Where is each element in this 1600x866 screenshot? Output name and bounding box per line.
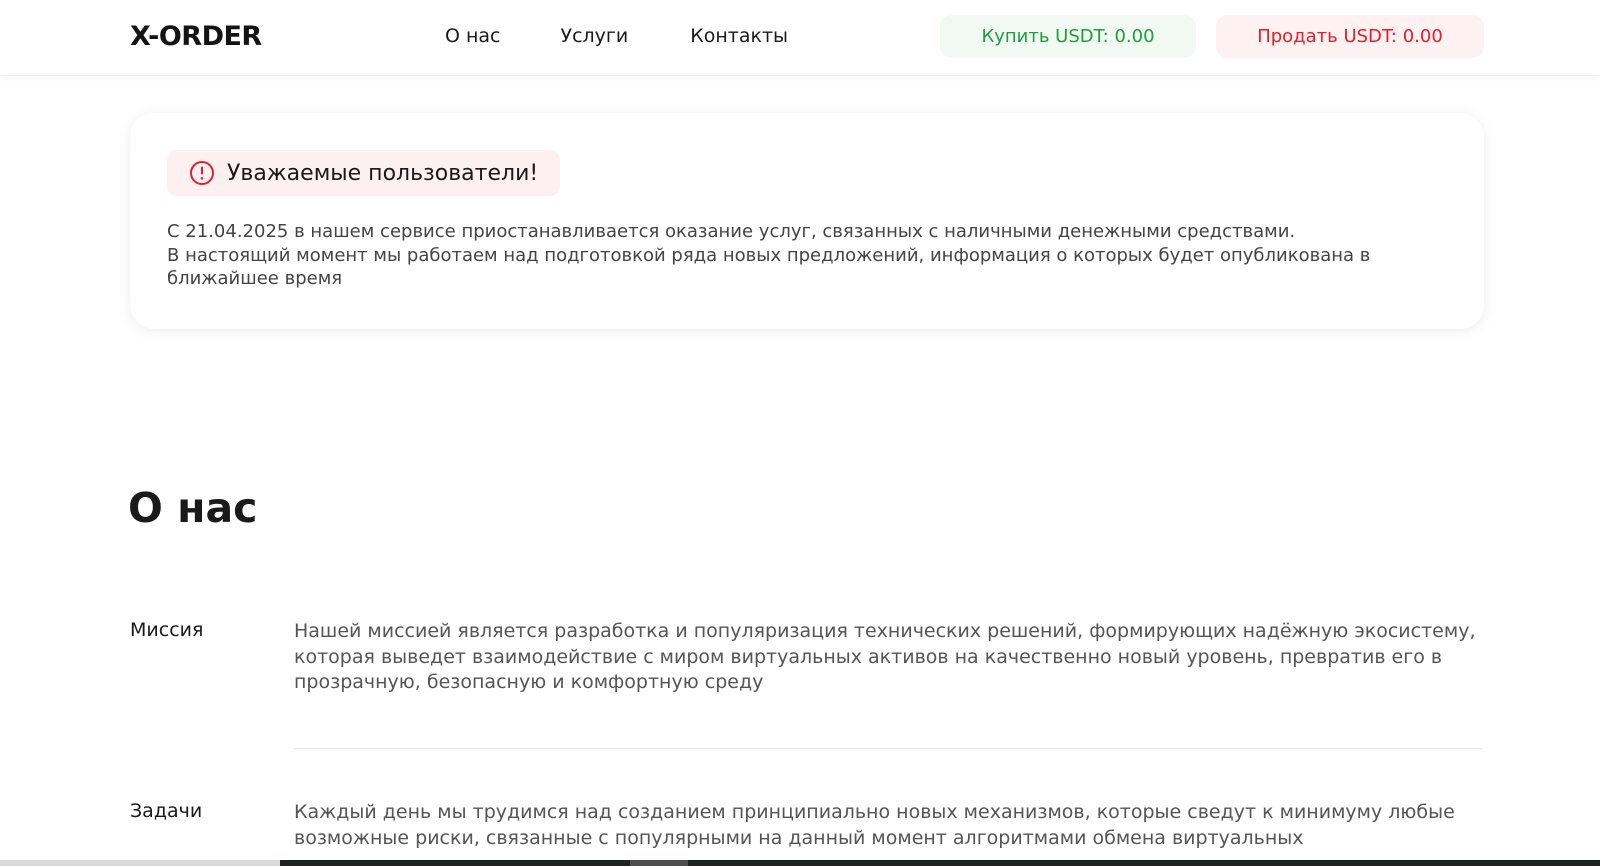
sell-usdt-button[interactable]: Продать USDT: 0.00	[1216, 15, 1484, 58]
nav-item-services[interactable]: Услуги	[561, 22, 629, 50]
bottom-image-strip	[0, 860, 1600, 866]
notice-badge: Уважаемые пользователи!	[167, 150, 561, 196]
about-section-title: О нас	[128, 484, 258, 532]
about-item-label-tasks: Задачи	[130, 800, 203, 822]
logo[interactable]: X-ORDER	[130, 18, 262, 54]
notice-title: Уважаемые пользователи!	[227, 160, 539, 186]
buy-usdt-button[interactable]: Купить USDT: 0.00	[940, 15, 1196, 58]
about-item-text-mission: Нашей миссией является разработка и попу…	[294, 620, 1476, 693]
notice-card: Уважаемые пользователи! С 21.04.2025 в н…	[130, 113, 1484, 329]
bottom-strip-segment	[630, 860, 688, 866]
about-item-label-mission: Миссия	[130, 619, 204, 641]
notice-text: С 21.04.2025 в нашем сервисе приостанавл…	[167, 220, 1457, 291]
notice-line: В настоящий момент мы работаем над подго…	[167, 244, 1371, 290]
main-nav: О нас Услуги Контакты	[445, 22, 788, 50]
divider	[294, 748, 1482, 749]
logo-text: X-ORDER	[130, 20, 262, 52]
about-item-text-tasks: Каждый день мы трудимся над созданием пр…	[294, 801, 1455, 849]
site-header: X-ORDER О нас Услуги Контакты Купить USD…	[0, 0, 1600, 76]
nav-item-about[interactable]: О нас	[445, 22, 501, 50]
notice-line: С 21.04.2025 в нашем сервисе приостанавл…	[167, 221, 1296, 242]
alert-circle-icon	[189, 160, 215, 186]
nav-item-contacts[interactable]: Контакты	[690, 22, 788, 50]
bottom-strip-segment	[0, 860, 280, 866]
